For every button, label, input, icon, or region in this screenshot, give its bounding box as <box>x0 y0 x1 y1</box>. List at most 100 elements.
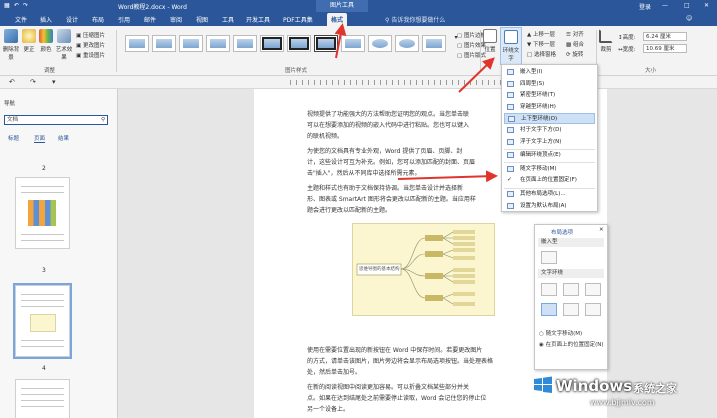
tab-headings[interactable]: 标题 <box>8 134 19 142</box>
picture-style-option[interactable] <box>206 35 230 52</box>
tab-view[interactable]: 视图 <box>196 15 208 24</box>
page-number: 2 <box>42 165 46 172</box>
square-wrap-icon[interactable] <box>541 283 557 296</box>
undo-icon[interactable]: ↶ <box>9 78 15 86</box>
reset-picture-button[interactable]: ▣ 重设图片 <box>76 51 105 59</box>
wrap-menu-item[interactable]: 编辑环绕顶点(E) <box>504 150 595 161</box>
through-wrap-icon[interactable] <box>585 283 601 296</box>
corrections-button[interactable]: 更正 <box>21 29 37 53</box>
wrap-menu-item[interactable]: 设置为默认布局(A) <box>504 201 595 212</box>
compress-pictures-button[interactable]: ▣ 压缩图片 <box>76 31 105 39</box>
tab-file[interactable]: 文件 <box>15 15 27 24</box>
artistic-effects-button[interactable]: 艺术效果 <box>55 29 73 61</box>
wrap-menu-item-label: 浮于文字上方(N) <box>520 138 562 145</box>
tab-layout[interactable]: 布局 <box>92 15 104 24</box>
wrap-menu-item[interactable]: 衬于文字下方(D) <box>504 125 595 136</box>
tab-insert[interactable]: 插入 <box>40 15 52 24</box>
picture-style-preview <box>210 39 226 48</box>
nav-search-input[interactable]: 文档 ⚲ <box>4 115 108 125</box>
tell-me-box[interactable]: ⚲ 告诉我你想要做什么 <box>385 15 445 24</box>
window-title: Word教程2.docx - Word <box>118 4 187 11</box>
picture-style-option[interactable] <box>125 35 149 52</box>
bring-forward-button[interactable]: ▲ 上移一层 <box>527 30 555 38</box>
share-button[interactable]: ☺ <box>686 15 692 22</box>
selection-pane-button[interactable]: □ 选择窗格 <box>527 50 556 58</box>
wrap-header: 文字环绕 <box>538 269 604 278</box>
picture-style-option[interactable] <box>341 35 365 52</box>
picture-style-option[interactable] <box>179 35 203 52</box>
group-button[interactable]: ▩ 组合 <box>566 40 584 48</box>
move-with-text-radio[interactable]: ○ 随文字移动(M) <box>539 329 582 337</box>
picture-style-option[interactable] <box>368 35 392 52</box>
wrap-menu-item[interactable]: ✓ 在页面上的位置固定(F) <box>504 175 595 186</box>
picture-style-option[interactable] <box>287 35 311 52</box>
tab-mailings[interactable]: 邮件 <box>144 15 156 24</box>
picture-layout-button[interactable]: ▢ 图片版式 <box>457 51 486 59</box>
picture-border-button[interactable]: ▢ 图片边框 <box>457 31 486 39</box>
tab-developer[interactable]: 开发工具 <box>246 15 270 24</box>
tab-results[interactable]: 结果 <box>58 134 69 142</box>
change-picture-button[interactable]: ▣ 更改图片 <box>76 41 105 49</box>
redo-icon[interactable]: ↷ <box>23 2 28 9</box>
undo-icon[interactable]: ↶ <box>14 2 19 9</box>
height-input[interactable]: 6.24 厘米 <box>643 32 687 41</box>
picture-style-option[interactable] <box>260 35 284 52</box>
selection-pane-label: 选择窗格 <box>533 52 556 58</box>
picture-effects-button[interactable]: ▢ 图片效果 <box>457 41 486 49</box>
wrap-menu-item[interactable]: 四周型(S) <box>504 79 595 90</box>
picture-style-option[interactable] <box>152 35 176 52</box>
wrap-menu-item[interactable]: 穿越型环绕(H) <box>504 102 595 113</box>
remove-background-button[interactable]: 删除背景 <box>2 29 20 61</box>
close-icon[interactable]: ✕ <box>599 227 604 233</box>
wrap-text-button[interactable]: 环绕文字 <box>500 27 522 65</box>
align-button[interactable]: ☰ 对齐 <box>566 30 584 38</box>
width-input[interactable]: 10.69 厘米 <box>643 44 687 53</box>
horizontal-ruler[interactable] <box>290 80 520 85</box>
wrap-menu-item[interactable]: 嵌入型(I) <box>504 67 595 78</box>
picture-style-option[interactable] <box>233 35 257 52</box>
sign-in-link[interactable]: 登录 <box>639 2 651 11</box>
wrap-menu-item[interactable]: 其他布局选项(L)... <box>504 189 595 200</box>
tight-wrap-icon[interactable] <box>563 283 579 296</box>
wrap-menu-item[interactable]: 浮于文字上方(N) <box>504 137 595 148</box>
tab-pdf-tools[interactable]: PDF工具集 <box>283 15 313 24</box>
wrap-option-icon <box>507 80 514 87</box>
crop-button[interactable]: 裁剪 <box>599 29 613 53</box>
customize-icon[interactable]: ▾ <box>52 78 56 86</box>
minimize-icon[interactable]: — <box>662 2 668 9</box>
position-button[interactable]: 位置 <box>483 29 497 53</box>
wrap-menu-item[interactable]: 上下型环绕(O) <box>504 113 595 124</box>
color-button[interactable]: 颜色 <box>38 29 54 53</box>
rotate-button[interactable]: ⟳ 旋转 <box>566 50 583 58</box>
fix-position-radio[interactable]: ◉ 在页面上的位置固定(N) <box>539 340 603 348</box>
picture-style-option[interactable] <box>395 35 419 52</box>
paragraph-line: 另一个设备上。 <box>307 406 350 413</box>
mindmap-image[interactable]: 思维导图的基本结构 <box>352 223 495 316</box>
page-thumbnail[interactable] <box>15 379 70 418</box>
search-icon[interactable]: ⚲ <box>101 116 105 124</box>
page-thumbnail[interactable] <box>15 177 70 249</box>
watermark-brand: Windows <box>556 377 633 395</box>
save-icon[interactable]: ▦ <box>4 2 10 9</box>
picture-style-option[interactable] <box>422 35 446 52</box>
picture-style-option[interactable] <box>314 35 338 52</box>
inline-layout-icon[interactable] <box>541 251 557 264</box>
in-front-of-text-icon[interactable] <box>585 303 601 316</box>
top-bottom-wrap-icon[interactable] <box>541 303 557 316</box>
tab-references[interactable]: 引用 <box>118 15 130 24</box>
page-thumbnail-selected[interactable] <box>13 283 72 359</box>
wrap-option-icon <box>507 103 514 110</box>
send-backward-button[interactable]: ▼ 下移一层 <box>527 40 555 48</box>
tab-tools[interactable]: 工具 <box>222 15 234 24</box>
tab-review[interactable]: 审阅 <box>170 15 182 24</box>
tab-format[interactable]: 格式 <box>327 13 348 26</box>
behind-text-icon[interactable] <box>563 303 579 316</box>
tab-pages[interactable]: 页面 <box>34 134 46 143</box>
tab-design[interactable]: 设计 <box>66 15 78 24</box>
wrap-menu-item[interactable]: 随文字移动(M) <box>504 164 595 175</box>
maximize-icon[interactable]: □ <box>684 2 690 9</box>
ruler-bar: ↶ ↷ ▾ <box>0 76 717 89</box>
close-icon[interactable]: ✕ <box>704 2 709 9</box>
redo-icon[interactable]: ↷ <box>30 78 36 86</box>
wrap-menu-item[interactable]: 紧密型环绕(T) <box>504 90 595 101</box>
